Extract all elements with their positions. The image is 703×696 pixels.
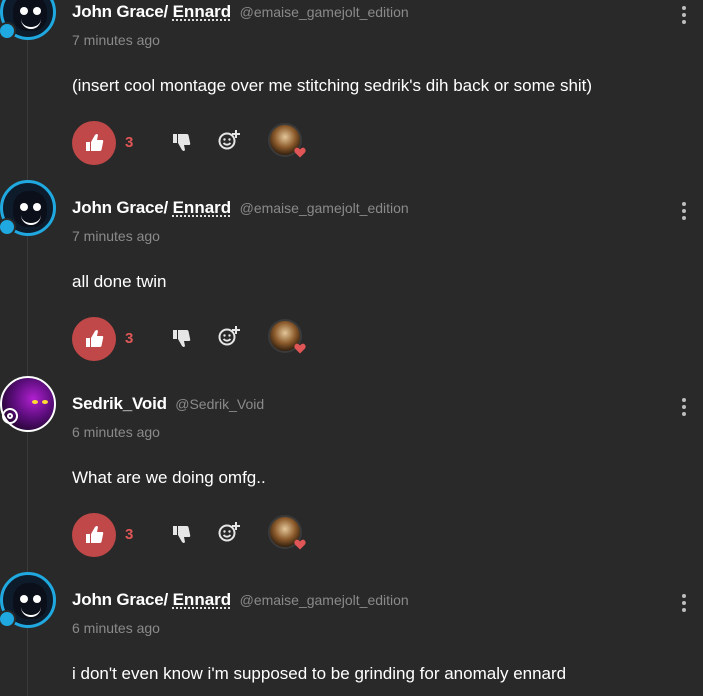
- user-badge-icon: [0, 610, 16, 628]
- timestamp[interactable]: 7 minutes ago: [72, 32, 160, 48]
- add-reaction-button[interactable]: [217, 520, 241, 544]
- display-name-glitch[interactable]: Ennard: [173, 2, 232, 21]
- more-vertical-icon: [682, 202, 686, 206]
- more-vertical-icon: [682, 594, 686, 598]
- user-avatar[interactable]: [0, 376, 58, 434]
- more-options-button[interactable]: [678, 6, 690, 26]
- comment-actions: 3: [72, 317, 332, 361]
- dislike-button[interactable]: [170, 326, 192, 348]
- username[interactable]: @emaise_gamejolt_edition: [240, 592, 409, 608]
- thumbs-down-icon: [173, 134, 191, 151]
- reaction-chip[interactable]: [266, 515, 306, 555]
- comment-item: John Grace/ Ennard @emaise_gamejolt_edit…: [0, 572, 703, 696]
- thumbs-up-icon: [86, 134, 104, 151]
- username[interactable]: @emaise_gamejolt_edition: [240, 200, 409, 216]
- comment-header: John Grace/ Ennard @emaise_gamejolt_edit…: [72, 2, 409, 28]
- add-reaction-button[interactable]: [217, 324, 241, 348]
- username[interactable]: @Sedrik_Void: [175, 396, 264, 412]
- add-reaction-icon: [218, 522, 240, 542]
- username[interactable]: @emaise_gamejolt_edition: [240, 4, 409, 20]
- like-button[interactable]: [72, 121, 116, 165]
- reaction-chip[interactable]: [266, 319, 306, 359]
- more-options-button[interactable]: [678, 202, 690, 222]
- more-vertical-icon: [682, 398, 686, 402]
- like-button[interactable]: [72, 317, 116, 361]
- timestamp[interactable]: 6 minutes ago: [72, 620, 160, 636]
- display-name[interactable]: John Grace/: [72, 590, 173, 609]
- timestamp[interactable]: 6 minutes ago: [72, 424, 160, 440]
- display-name[interactable]: John Grace/: [72, 198, 173, 217]
- thumbs-up-icon: [86, 330, 104, 347]
- comment-feed: John Grace/ Ennard @emaise_gamejolt_edit…: [0, 0, 703, 696]
- user-avatar[interactable]: [0, 0, 58, 42]
- comment-text: (insert cool montage over me stitching s…: [72, 76, 593, 95]
- like-button[interactable]: [72, 513, 116, 557]
- add-reaction-icon: [218, 130, 240, 150]
- display-name-glitch[interactable]: Ennard: [173, 198, 232, 217]
- heart-icon: [294, 539, 306, 550]
- display-name[interactable]: Sedrik_Void: [72, 394, 167, 413]
- like-count: 3: [125, 330, 134, 347]
- thumbs-down-icon: [173, 526, 191, 543]
- comment-header: John Grace/ Ennard @emaise_gamejolt_edit…: [72, 198, 409, 224]
- display-name-glitch[interactable]: Ennard: [173, 590, 232, 609]
- more-options-button[interactable]: [678, 594, 690, 614]
- display-name[interactable]: John Grace/: [72, 2, 173, 21]
- user-avatar[interactable]: [0, 180, 58, 238]
- comment-text: i don't even know i'm supposed to be gri…: [72, 664, 567, 683]
- user-avatar[interactable]: [0, 572, 58, 630]
- heart-icon: [294, 147, 306, 158]
- add-reaction-icon: [218, 326, 240, 346]
- comment-header: John Grace/ Ennard @emaise_gamejolt_edit…: [72, 590, 409, 616]
- heart-icon: [294, 343, 306, 354]
- spiral-icon: [2, 408, 18, 424]
- comment-actions: 3: [72, 121, 332, 165]
- reaction-chip[interactable]: [266, 123, 306, 163]
- like-count: 3: [125, 526, 134, 543]
- comment-actions: 3: [72, 513, 332, 557]
- more-options-button[interactable]: [678, 398, 690, 418]
- dislike-button[interactable]: [170, 522, 192, 544]
- dislike-button[interactable]: [170, 130, 192, 152]
- comment-item: Sedrik_Void @Sedrik_Void 6 minutes ago W…: [0, 376, 703, 572]
- comment-item: John Grace/ Ennard @emaise_gamejolt_edit…: [0, 180, 703, 376]
- thumbs-up-icon: [86, 526, 104, 543]
- comment-text: all done twin: [72, 272, 167, 291]
- comment-item: John Grace/ Ennard @emaise_gamejolt_edit…: [0, 0, 703, 180]
- timestamp[interactable]: 7 minutes ago: [72, 228, 160, 244]
- add-reaction-button[interactable]: [217, 128, 241, 152]
- comment-header: Sedrik_Void @Sedrik_Void: [72, 394, 264, 420]
- user-badge-icon: [0, 22, 16, 40]
- like-count: 3: [125, 134, 134, 151]
- thumbs-down-icon: [173, 330, 191, 347]
- comment-text: What are we doing omfg..: [72, 468, 266, 487]
- user-badge-icon: [0, 218, 16, 236]
- more-vertical-icon: [682, 6, 686, 10]
